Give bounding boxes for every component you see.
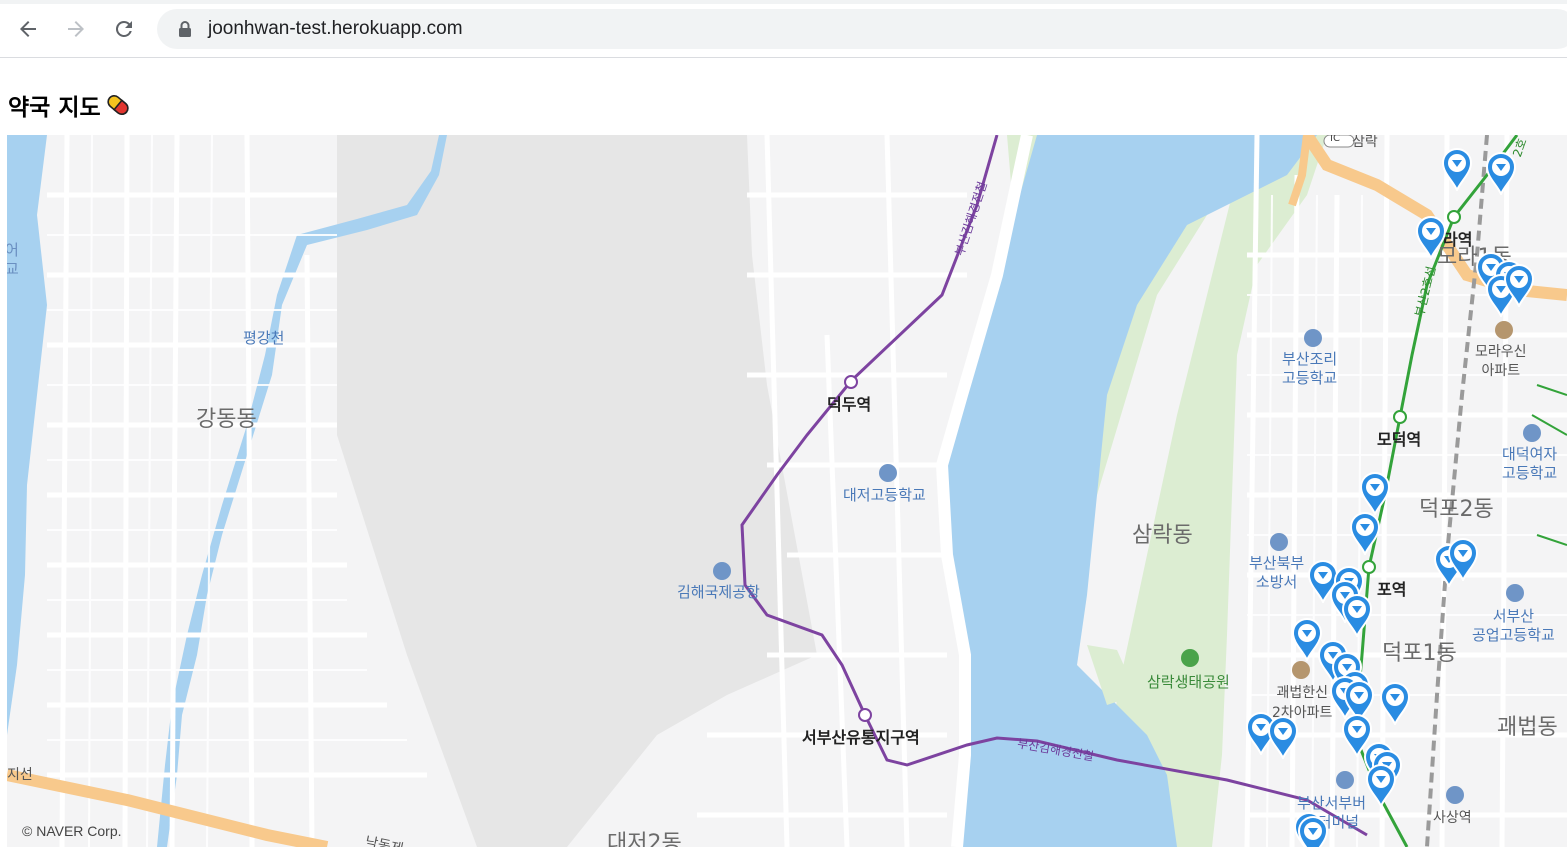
poi-label-samrak-park: 삼락생태공원 bbox=[1147, 673, 1230, 691]
map-pin-icon bbox=[1365, 764, 1397, 809]
tab-strip-edge bbox=[0, 0, 1567, 4]
pharmacy-marker[interactable] bbox=[1365, 763, 1397, 809]
station-label-sasang: 사상역 bbox=[1433, 810, 1472, 826]
map-pin-icon bbox=[1349, 512, 1381, 557]
dong-label-gangdong: 강동동 bbox=[196, 407, 257, 432]
map-pin-icon bbox=[1379, 682, 1411, 727]
dong-label-gwaebeop: 괘법동 bbox=[1497, 715, 1558, 740]
pharmacy-marker[interactable] bbox=[1415, 215, 1447, 261]
map-pin-icon bbox=[1341, 594, 1373, 639]
pharmacy-marker[interactable] bbox=[1359, 471, 1391, 517]
pharmacy-map[interactable]: 강동동 삼락동 덕포2동 덕포1동 괘법동 대저2동 모라1동 덕두역 서부산유… bbox=[7, 135, 1567, 847]
address-bar[interactable]: joonhwan-test.herokuapp.com bbox=[157, 9, 1567, 49]
pharmacy-marker[interactable] bbox=[1503, 263, 1535, 309]
pharmacy-marker[interactable] bbox=[1297, 815, 1329, 847]
poi-label-ic-badge: IC bbox=[1330, 135, 1340, 144]
map-pin-icon bbox=[1267, 716, 1299, 761]
poi-label-samrak-ic: 삼락 bbox=[1352, 135, 1378, 150]
arrow-right-icon bbox=[68, 21, 84, 37]
map-pin-icon bbox=[1485, 152, 1517, 197]
road-label-jiseon: 지선 bbox=[7, 767, 33, 783]
map-pin-icon bbox=[1441, 148, 1473, 193]
reload-icon bbox=[115, 20, 132, 37]
back-button[interactable] bbox=[11, 12, 45, 46]
pharmacy-marker[interactable] bbox=[1379, 681, 1411, 727]
dong-label-deokpo2: 덕포2동 bbox=[1419, 497, 1494, 522]
pharmacy-marker[interactable] bbox=[1267, 715, 1299, 761]
pharmacy-marker[interactable] bbox=[1447, 537, 1479, 583]
lock-icon bbox=[179, 21, 191, 37]
page-title: 약국 지도 bbox=[8, 88, 133, 122]
poi-label-airport: 김해국제공항 bbox=[677, 583, 760, 601]
poi-label-left-edge: 어 교 bbox=[7, 241, 19, 278]
map-tiles bbox=[7, 135, 1567, 847]
page-title-text: 약국 지도 bbox=[8, 95, 101, 121]
station-label-mora: 라역 bbox=[1443, 230, 1473, 249]
pill-icon bbox=[107, 94, 129, 116]
station-label-seobusan: 서부산유통지구역 bbox=[802, 728, 920, 747]
url-text: joonhwan-test.herokuapp.com bbox=[208, 18, 463, 39]
browser-toolbar: joonhwan-test.herokuapp.com bbox=[0, 0, 1567, 58]
poi-label-fire-station: 부산북부 소방서 bbox=[1249, 554, 1305, 591]
reload-button[interactable] bbox=[107, 12, 141, 46]
pharmacy-marker[interactable] bbox=[1441, 147, 1473, 193]
map-pin-icon bbox=[1503, 264, 1535, 309]
poi-label-moraushin: 모라우신 아파트 bbox=[1475, 344, 1527, 379]
poi-label-busan-jori: 부산조리 고등학교 bbox=[1282, 350, 1338, 387]
pharmacy-marker[interactable] bbox=[1349, 511, 1381, 557]
map-pin-icon bbox=[1447, 538, 1479, 583]
arrow-left-icon bbox=[20, 21, 36, 37]
station-label-deokdu: 덕두역 bbox=[827, 395, 872, 414]
map-pin-icon bbox=[1297, 816, 1329, 847]
forward-button[interactable] bbox=[59, 12, 93, 46]
pharmacy-marker[interactable] bbox=[1341, 593, 1373, 639]
poi-label-pyeonggangcheon: 평강천 bbox=[243, 329, 285, 347]
map-credit: © NAVER Corp. bbox=[22, 823, 122, 839]
dong-label-deokpo1: 덕포1동 bbox=[1382, 641, 1457, 666]
dong-label-samrak: 삼락동 bbox=[1132, 523, 1193, 548]
map-pin-icon bbox=[1415, 216, 1447, 261]
map-pin-icon bbox=[1359, 472, 1391, 517]
pharmacy-marker[interactable] bbox=[1485, 151, 1517, 197]
station-label-deokpo: 포역 bbox=[1377, 580, 1407, 599]
station-label-modeok: 모덕역 bbox=[1377, 430, 1422, 449]
poi-label-daeduk-girls: 대덕여자 고등학교 bbox=[1502, 445, 1558, 482]
poi-label-daejeo-high: 대저고등학교 bbox=[843, 486, 926, 504]
dong-label-daejeo2: 대저2동 bbox=[607, 831, 682, 847]
poi-label-seobusan-tech: 서부산 공업고등학교 bbox=[1472, 607, 1555, 644]
